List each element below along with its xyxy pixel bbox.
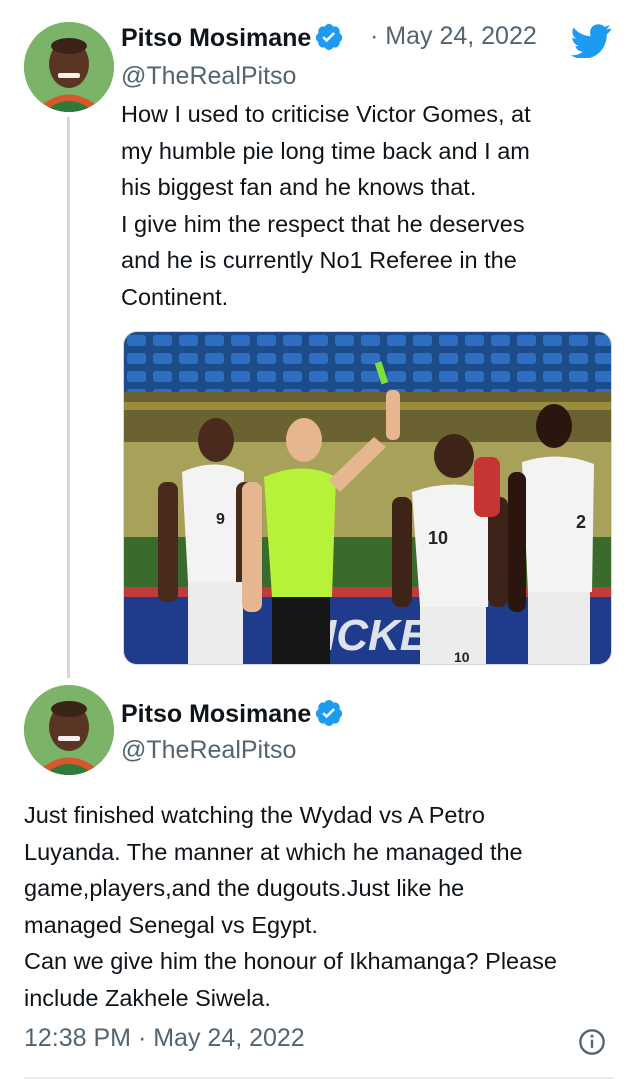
tweet-timestamp[interactable]: 12:38 PM · May 24, 2022 <box>24 1024 305 1053</box>
jersey-number: 9 <box>216 511 225 528</box>
board-text: ICKE <box>324 611 431 660</box>
thread-connector-line <box>67 117 70 678</box>
divider <box>24 1077 614 1079</box>
author-handle[interactable]: @TheRealPitso <box>121 62 296 91</box>
jersey-number: 2 <box>576 512 586 532</box>
twitter-bird-icon[interactable] <box>570 24 612 58</box>
info-icon[interactable] <box>578 1028 606 1056</box>
tweet-text: How I used to criticise Victor Gomes, at… <box>121 101 531 310</box>
football-photo: ICKE 9 10 10 2 <box>124 332 611 664</box>
author-name-text: Pitso Mosimane <box>121 700 312 728</box>
verified-badge-icon <box>316 700 343 726</box>
author-name[interactable]: Pitso Mosimane <box>121 22 344 53</box>
author-name-text: Pitso Mosimane <box>121 24 312 52</box>
shorts-number: 10 <box>454 649 470 664</box>
tweet-media-photo[interactable]: ICKE 9 10 10 2 <box>123 331 612 665</box>
tweet-text: Just finished watching the Wydad vs A Pe… <box>24 802 557 1011</box>
author-handle[interactable]: @TheRealPitso <box>121 736 296 765</box>
avatar[interactable] <box>24 685 114 775</box>
avatar-image <box>24 685 114 775</box>
avatar[interactable] <box>24 22 114 112</box>
author-name[interactable]: Pitso Mosimane <box>121 698 344 729</box>
jersey-number: 10 <box>428 528 448 548</box>
verified-badge-icon <box>316 24 343 50</box>
avatar-image <box>24 22 114 112</box>
tweet-date[interactable]: · May 24, 2022 <box>370 22 537 51</box>
